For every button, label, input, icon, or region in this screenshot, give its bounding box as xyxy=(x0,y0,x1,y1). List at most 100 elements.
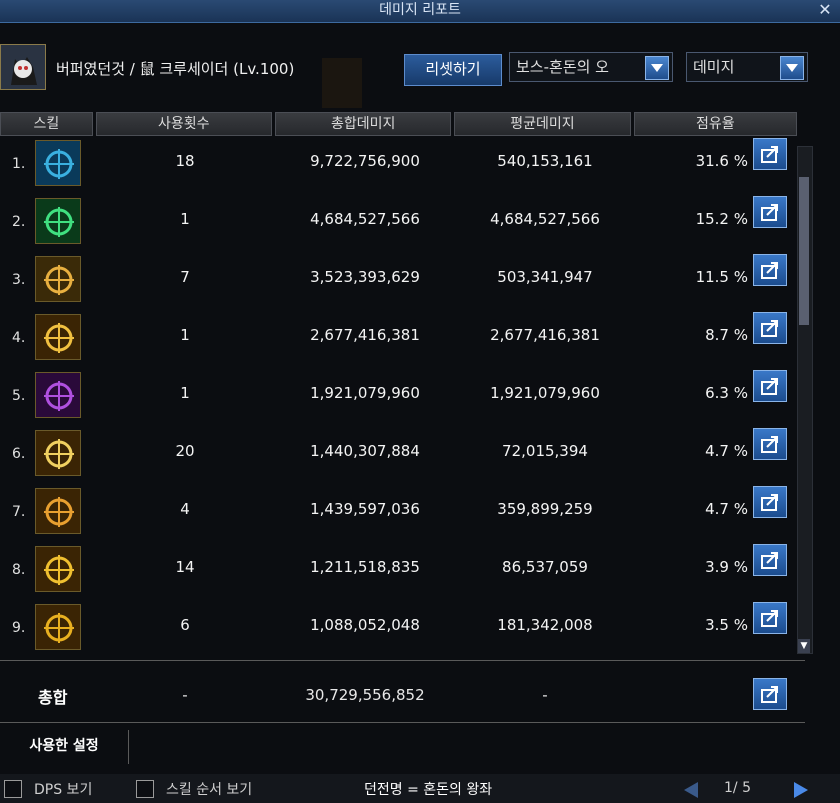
skill-icon xyxy=(35,488,81,534)
row-total-damage: 2,677,416,381 xyxy=(310,326,420,344)
table-row: 9. 6 1,088,052,048 181,342,008 3.5 % xyxy=(0,602,800,660)
row-use-count: 1 xyxy=(180,326,190,344)
table-row: 8. 14 1,211,518,835 86,537,059 3.9 % xyxy=(0,544,800,602)
skill-order-label: 스킬 순서 보기 xyxy=(166,782,253,798)
summary-export-button[interactable] xyxy=(753,678,787,710)
table-row: 1. 18 9,722,756,900 540,153,161 31.6 % xyxy=(0,138,800,196)
row-share: 6.3 % xyxy=(705,384,748,402)
target-select[interactable]: 보스-혼돈의 오 xyxy=(509,52,673,82)
skill-icon xyxy=(35,604,81,650)
row-export-button[interactable] xyxy=(753,254,787,286)
table-row: 3. 7 3,523,393,629 503,341,947 11.5 % xyxy=(0,254,800,312)
row-use-count: 14 xyxy=(175,558,195,576)
character-name: 버퍼였던것 / 鼠 크루세이더 (Lv.100) xyxy=(56,60,295,78)
row-share: 4.7 % xyxy=(705,500,748,518)
row-total-damage: 1,211,518,835 xyxy=(310,558,420,576)
row-export-button[interactable] xyxy=(753,544,787,576)
row-average-damage: 72,015,394 xyxy=(502,442,588,460)
row-share: 31.6 % xyxy=(695,152,748,170)
bottom-bar: DPS 보기 스킬 순서 보기 던전명 = 혼돈의 왕좌 1/ 5 xyxy=(0,774,840,803)
share-icon xyxy=(761,494,778,511)
row-export-button[interactable] xyxy=(753,428,787,460)
close-icon[interactable]: ✕ xyxy=(814,0,836,22)
chevron-down-icon[interactable] xyxy=(645,56,669,80)
row-use-count: 1 xyxy=(180,384,190,402)
table-row: 7. 4 1,439,597,036 359,899,259 4.7 % xyxy=(0,486,800,544)
chevron-down-icon[interactable] xyxy=(780,56,804,80)
row-share: 3.5 % xyxy=(705,616,748,634)
summary-count: - xyxy=(182,686,188,704)
row-export-button[interactable] xyxy=(753,138,787,170)
skill-icon xyxy=(35,198,81,244)
row-average-damage: 86,537,059 xyxy=(502,558,588,576)
row-rank: 3. xyxy=(12,272,26,288)
column-header-skill: 스킬 xyxy=(0,112,93,136)
dps-view-label: DPS 보기 xyxy=(34,782,93,798)
tab-used-settings[interactable]: 사용한 설정 xyxy=(0,730,129,764)
column-header-average: 평균데미지 xyxy=(454,112,631,136)
divider xyxy=(0,660,805,661)
row-total-damage: 1,439,597,036 xyxy=(310,500,420,518)
prev-page-icon[interactable] xyxy=(684,782,698,798)
character-avatar xyxy=(0,44,46,90)
row-use-count: 7 xyxy=(180,268,190,286)
dps-view-checkbox[interactable] xyxy=(4,780,22,798)
row-rank: 1. xyxy=(12,156,26,172)
share-icon xyxy=(761,204,778,221)
row-rank: 8. xyxy=(12,562,26,578)
row-share: 3.9 % xyxy=(705,558,748,576)
row-rank: 2. xyxy=(12,214,26,230)
table-row: 2. 1 4,684,527,566 4,684,527,566 15.2 % xyxy=(0,196,800,254)
row-average-damage: 181,342,008 xyxy=(497,616,593,634)
metric-select-value: 데미지 xyxy=(693,58,735,76)
share-icon xyxy=(761,686,778,703)
skill-icon xyxy=(35,256,81,302)
table-header: 스킬 사용횟수 총합데미지 평균데미지 점유율 xyxy=(0,112,800,138)
row-export-button[interactable] xyxy=(753,196,787,228)
skill-icon xyxy=(35,430,81,476)
row-average-damage: 4,684,527,566 xyxy=(490,210,600,228)
row-export-button[interactable] xyxy=(753,486,787,518)
window-title: 데미지 리포트 xyxy=(379,2,461,18)
row-total-damage: 9,722,756,900 xyxy=(310,152,420,170)
row-export-button[interactable] xyxy=(753,312,787,344)
skill-icon xyxy=(35,546,81,592)
table-row: 5. 1 1,921,079,960 1,921,079,960 6.3 % xyxy=(0,370,800,428)
row-rank: 6. xyxy=(12,446,26,462)
skill-order-checkbox[interactable] xyxy=(136,780,154,798)
skill-icon xyxy=(35,314,81,360)
row-total-damage: 1,440,307,884 xyxy=(310,442,420,460)
row-average-damage: 359,899,259 xyxy=(497,500,593,518)
row-average-damage: 2,677,416,381 xyxy=(490,326,600,344)
row-rank: 4. xyxy=(12,330,26,346)
column-header-total: 총합데미지 xyxy=(274,112,452,136)
share-icon xyxy=(761,262,778,279)
reset-button[interactable]: 리셋하기 xyxy=(404,54,502,86)
divider xyxy=(0,722,805,723)
scrollbar-thumb[interactable] xyxy=(799,177,809,325)
row-export-button[interactable] xyxy=(753,602,787,634)
row-use-count: 6 xyxy=(180,616,190,634)
background-skin-icon xyxy=(322,58,362,108)
row-share: 15.2 % xyxy=(695,210,748,228)
row-use-count: 4 xyxy=(180,500,190,518)
dungeon-name: 던전명 = 혼돈의 왕좌 xyxy=(364,782,493,798)
row-use-count: 1 xyxy=(180,210,190,228)
share-icon xyxy=(761,146,778,163)
scrollbar[interactable]: ▼ xyxy=(797,146,813,654)
share-icon xyxy=(761,552,778,569)
metric-select[interactable]: 데미지 xyxy=(686,52,808,82)
column-header-count: 사용횟수 xyxy=(95,112,272,136)
row-rank: 9. xyxy=(12,620,26,636)
scroll-down-icon[interactable]: ▼ xyxy=(798,639,810,653)
skill-icon xyxy=(35,372,81,418)
row-rank: 5. xyxy=(12,388,26,404)
share-icon xyxy=(761,610,778,627)
row-total-damage: 1,088,052,048 xyxy=(310,616,420,634)
summary-average: - xyxy=(542,686,548,704)
next-page-icon[interactable] xyxy=(794,782,808,798)
page-indicator: 1/ 5 xyxy=(724,780,751,796)
table-row: 4. 1 2,677,416,381 2,677,416,381 8.7 % xyxy=(0,312,800,370)
row-export-button[interactable] xyxy=(753,370,787,402)
row-use-count: 20 xyxy=(175,442,195,460)
